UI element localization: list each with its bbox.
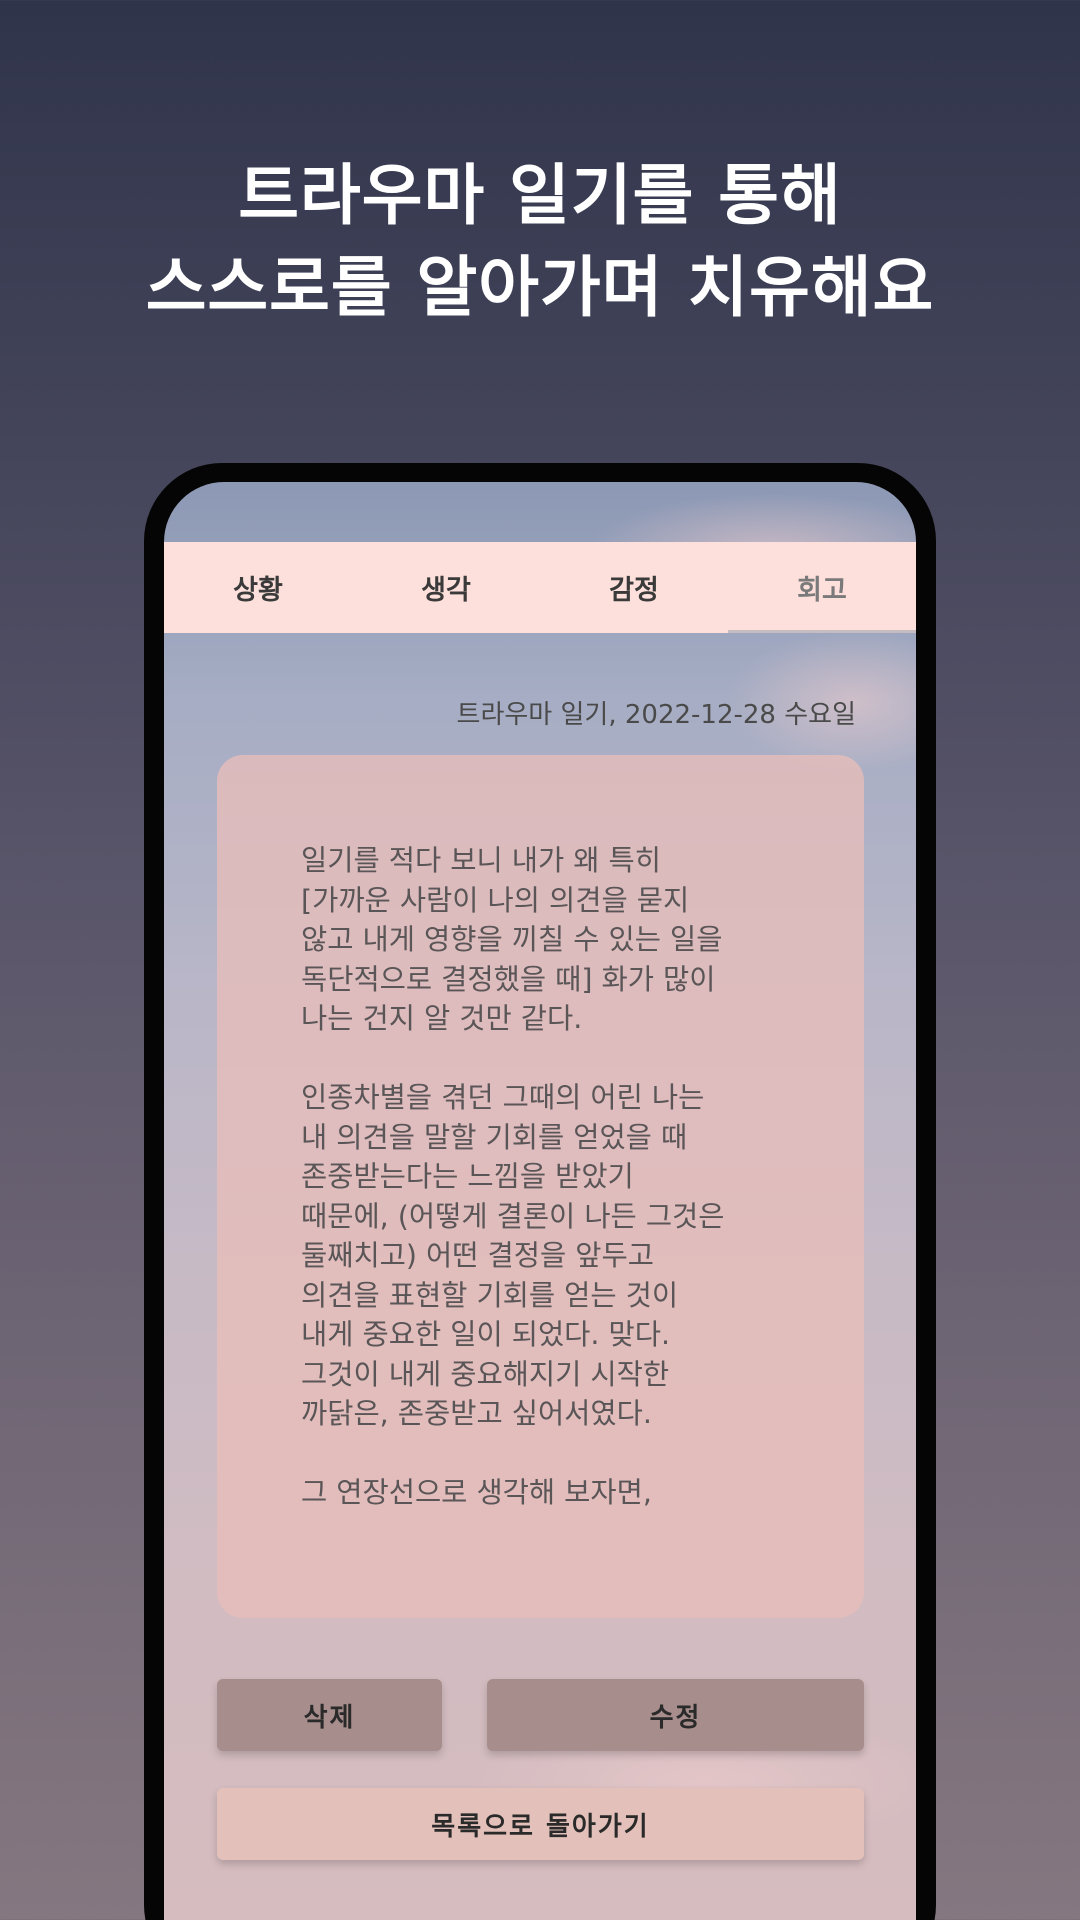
tab-bar: 상황 생각 감정 회고 bbox=[164, 542, 916, 633]
entry-date: 트라우마 일기, 2022-12-28 수요일 bbox=[456, 700, 856, 730]
delete-button[interactable]: 삭제 bbox=[217, 1679, 442, 1751]
promo-headline: 트라우마 일기를 통해 스스로를 알아가며 치유해요 bbox=[0, 150, 1080, 334]
tab-thought[interactable]: 생각 bbox=[352, 542, 540, 633]
tab-reflection[interactable]: 회고 bbox=[728, 542, 916, 633]
headline-line-2: 스스로를 알아가며 치유해요 bbox=[145, 249, 935, 326]
tab-situation[interactable]: 상황 bbox=[164, 542, 352, 633]
edit-button[interactable]: 수정 bbox=[487, 1679, 864, 1751]
entry-text-card: 일기를 적다 보니 내가 왜 특히 [가까운 사람이 나의 의견을 묻지 않고 … bbox=[217, 755, 864, 1618]
app-screen: 상황 생각 감정 회고 트라우마 일기, 2022-12-28 수요일 일기를 … bbox=[164, 482, 916, 1920]
back-to-list-button[interactable]: 목록으로 돌아가기 bbox=[217, 1788, 864, 1860]
tab-emotion[interactable]: 감정 bbox=[540, 542, 728, 633]
headline-line-1: 트라우마 일기를 통해 bbox=[238, 157, 842, 234]
